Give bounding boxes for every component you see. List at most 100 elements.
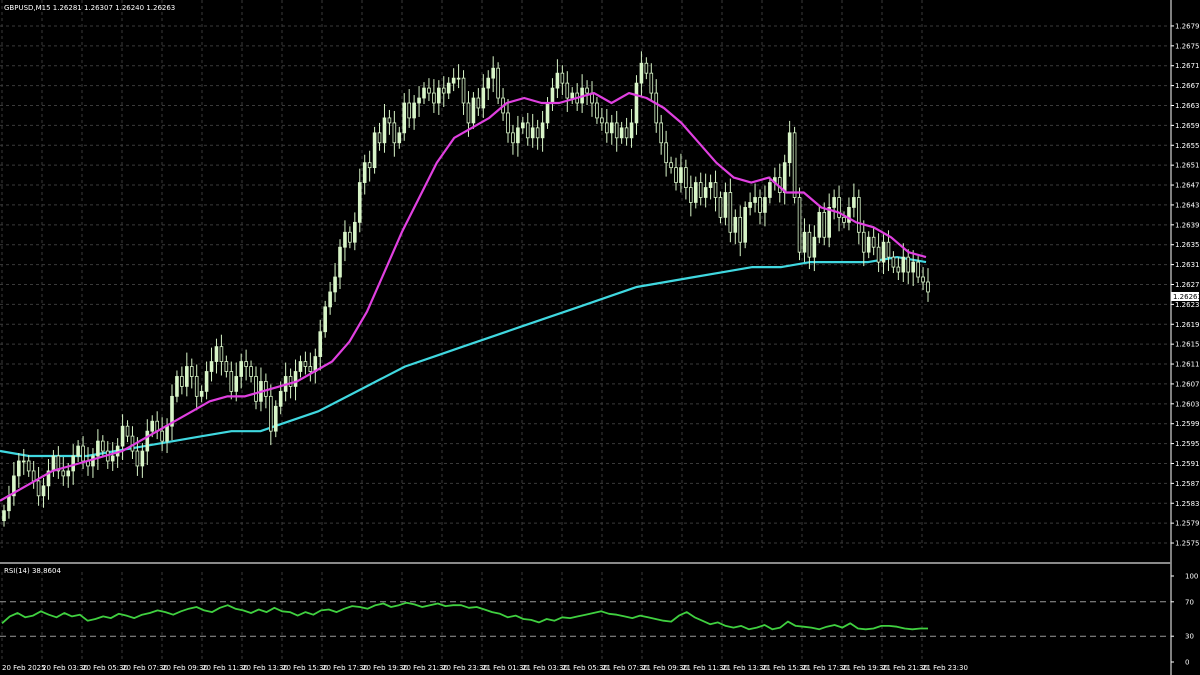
y-tick-label: 1.26675 [1175,82,1200,90]
candle-body [679,167,683,183]
y-tick-label: 1.26395 [1175,221,1200,229]
candle [614,110,619,152]
candle-body [787,132,792,164]
candle-body [165,425,169,442]
candle [649,63,654,102]
rsi-indicator [0,601,1171,637]
y-tick-label: 1.25755 [1175,540,1200,548]
candle [852,183,856,218]
candle-body [96,440,100,457]
rsi-axis[interactable]: 100 70 30 0 [1171,573,1198,667]
candle-body [2,510,6,522]
candle-body [743,207,747,243]
candle-body [362,162,367,183]
candle [461,70,466,115]
candle-body [634,82,639,124]
time-axis[interactable]: 20 Feb 202520 Feb 03:3020 Feb 05:3020 Fe… [2,664,968,672]
candle [624,117,629,146]
candle [609,114,614,145]
candle-body [249,366,253,377]
candle-body [387,117,392,124]
candle [861,220,866,267]
candle [17,453,21,488]
candle [372,126,377,174]
candle-body [550,87,555,104]
candle-body [911,261,915,273]
candle [362,154,367,195]
candle [283,362,288,402]
candle [417,86,421,117]
candle [787,120,792,177]
candle [674,157,678,191]
y-tick-label: 1.26475 [1175,182,1200,190]
candle-body [689,187,693,203]
price-axis[interactable]: 1.26795 1.26755 1.26715 1.26675 1.26635 1.265… [1171,22,1200,548]
candle-body [194,376,199,397]
candle [145,419,150,465]
candle [367,150,372,182]
candle [387,109,392,135]
y-tick-label: 1.26035 [1175,400,1200,408]
candle-body [698,182,703,198]
candle-body [451,77,456,84]
candle [441,76,446,107]
candle-body [91,455,95,467]
candle [570,87,575,105]
candle-body [797,197,802,253]
candle [511,124,515,155]
candle-body [585,87,589,94]
candle [402,93,407,141]
candle-body [338,246,342,278]
candle [516,115,520,157]
candle-body [140,450,145,467]
candle [377,122,382,151]
candle-body [125,425,130,437]
candle-body [832,197,836,208]
candle-body [481,87,486,109]
candle [881,234,886,275]
candle [491,56,495,93]
candle-body [367,162,372,169]
candle [471,92,476,129]
candle [308,352,313,382]
chart-canvas[interactable]: 1.26795 1.26755 1.26715 1.26675 1.26635 1.265… [0,0,1200,675]
candle-body [792,132,797,198]
candle [555,59,560,99]
candle-body [728,192,733,233]
candle-body [51,455,56,472]
candle [432,79,436,113]
candle-body [664,142,668,164]
candle-body [886,241,891,258]
y-tick-label: 1.26315 [1175,261,1200,269]
candle-body [323,306,327,333]
candle-body [758,197,762,213]
candle [313,348,318,384]
candle [926,268,930,302]
candle-body [269,395,273,432]
candle-body [357,182,362,223]
candle-body [417,97,421,104]
candle-body [353,221,357,243]
candle [797,187,802,261]
candle [412,95,416,130]
rsi-tick-label: 30 [1185,633,1194,641]
candle [31,460,36,489]
ma-slow-line [0,256,927,458]
candle-body [748,202,752,208]
candle [777,163,782,203]
candle-body [684,167,688,188]
y-tick-label: 1.26635 [1175,102,1200,110]
candle [140,443,145,478]
chart-window[interactable]: 1.26795 1.26755 1.26715 1.26675 1.26635 1.265… [0,0,1200,675]
candle [698,172,703,206]
candle [644,57,649,80]
candle-body [506,112,510,134]
candle-body [348,231,352,243]
candle-body [812,236,817,258]
y-tick-label: 1.26235 [1175,301,1200,309]
candle [244,349,248,381]
candle-body [402,102,407,134]
candle [629,108,634,148]
candle [204,361,209,400]
candle [669,156,673,174]
